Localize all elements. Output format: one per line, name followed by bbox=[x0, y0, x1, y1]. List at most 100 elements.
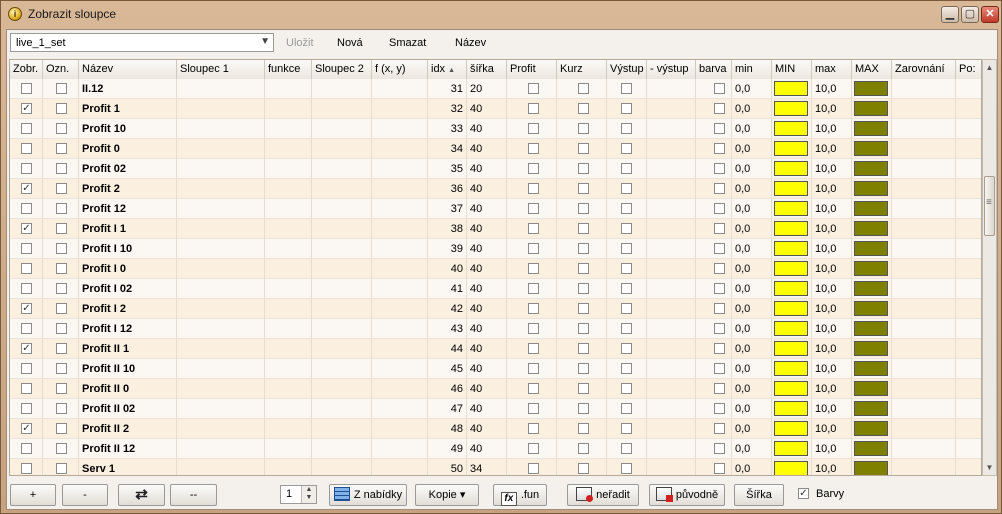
cell-max[interactable]: 10,0 bbox=[812, 439, 852, 459]
cell-minus-vystup[interactable] bbox=[647, 219, 696, 239]
profit-checkbox[interactable] bbox=[528, 163, 539, 174]
mark-checkbox[interactable] bbox=[56, 163, 67, 174]
cell-poz[interactable] bbox=[956, 299, 981, 319]
cell-max[interactable] bbox=[852, 119, 892, 139]
cell-funkce[interactable] bbox=[265, 339, 312, 359]
cell-fxy[interactable] bbox=[372, 79, 428, 99]
cell-profit[interactable] bbox=[507, 179, 557, 199]
profit-checkbox[interactable] bbox=[528, 103, 539, 114]
cell-sirka[interactable]: 40 bbox=[467, 239, 507, 259]
cell-barva[interactable] bbox=[696, 139, 732, 159]
cell-barva[interactable] bbox=[696, 159, 732, 179]
cell-min[interactable] bbox=[772, 139, 812, 159]
profit-checkbox[interactable] bbox=[528, 323, 539, 334]
table-row[interactable]: ✓ Profit II 2 48 40 0,0 10,0 bbox=[10, 419, 981, 439]
cell-max[interactable] bbox=[852, 319, 892, 339]
column-header-profit[interactable]: Profit bbox=[507, 60, 557, 79]
kurz-checkbox[interactable] bbox=[578, 443, 589, 454]
cell-sloupec2[interactable] bbox=[312, 319, 372, 339]
cell-min[interactable] bbox=[772, 279, 812, 299]
cell-zobr[interactable] bbox=[10, 119, 43, 139]
cell-fxy[interactable] bbox=[372, 159, 428, 179]
cell-nazev[interactable]: Profit I 02 bbox=[79, 279, 177, 299]
cell-nazev[interactable]: Profit II 10 bbox=[79, 359, 177, 379]
max-color-swatch[interactable] bbox=[854, 441, 888, 456]
min-color-swatch[interactable] bbox=[774, 241, 808, 256]
mark-checkbox[interactable] bbox=[56, 423, 67, 434]
cell-zobr[interactable]: ✓ bbox=[10, 299, 43, 319]
cell-poz[interactable] bbox=[956, 379, 981, 399]
cell-sloupec2[interactable] bbox=[312, 379, 372, 399]
cell-zarovnani[interactable] bbox=[892, 259, 956, 279]
cell-ozn[interactable] bbox=[43, 259, 79, 279]
cell-sloupec2[interactable] bbox=[312, 439, 372, 459]
cell-poz[interactable] bbox=[956, 159, 981, 179]
cell-min[interactable] bbox=[772, 199, 812, 219]
table-row[interactable]: ✓ Profit I 1 38 40 0,0 10,0 bbox=[10, 219, 981, 239]
cell-max[interactable] bbox=[852, 239, 892, 259]
cell-min[interactable] bbox=[772, 459, 812, 475]
cell-max[interactable]: 10,0 bbox=[812, 99, 852, 119]
barva-checkbox[interactable] bbox=[714, 203, 725, 214]
cell-sloupec1[interactable] bbox=[177, 359, 265, 379]
cell-funkce[interactable] bbox=[265, 399, 312, 419]
cell-min[interactable] bbox=[772, 219, 812, 239]
cell-poz[interactable] bbox=[956, 399, 981, 419]
max-color-swatch[interactable] bbox=[854, 341, 888, 356]
cell-fxy[interactable] bbox=[372, 119, 428, 139]
cell-zarovnani[interactable] bbox=[892, 119, 956, 139]
close-button[interactable]: ✕ bbox=[981, 6, 999, 23]
cell-min[interactable]: 0,0 bbox=[732, 279, 772, 299]
column-header-nazev[interactable]: Název bbox=[79, 60, 177, 79]
cell-zarovnani[interactable] bbox=[892, 299, 956, 319]
min-color-swatch[interactable] bbox=[774, 281, 808, 296]
cell-barva[interactable] bbox=[696, 419, 732, 439]
cell-zarovnani[interactable] bbox=[892, 139, 956, 159]
profit-checkbox[interactable] bbox=[528, 243, 539, 254]
cell-min[interactable] bbox=[772, 439, 812, 459]
show-checkbox[interactable] bbox=[21, 123, 32, 134]
cell-sloupec2[interactable] bbox=[312, 419, 372, 439]
cell-minus-vystup[interactable] bbox=[647, 379, 696, 399]
show-checkbox[interactable]: ✓ bbox=[21, 303, 32, 314]
cell-zarovnani[interactable] bbox=[892, 399, 956, 419]
cell-minus-vystup[interactable] bbox=[647, 259, 696, 279]
cell-profit[interactable] bbox=[507, 359, 557, 379]
cell-funkce[interactable] bbox=[265, 139, 312, 159]
kurz-checkbox[interactable] bbox=[578, 423, 589, 434]
profit-checkbox[interactable] bbox=[528, 123, 539, 134]
vystup-checkbox[interactable] bbox=[621, 123, 632, 134]
mark-checkbox[interactable] bbox=[56, 243, 67, 254]
max-color-swatch[interactable] bbox=[854, 221, 888, 236]
cell-vystup[interactable] bbox=[607, 339, 647, 359]
cell-min[interactable]: 0,0 bbox=[732, 339, 772, 359]
cell-minus-vystup[interactable] bbox=[647, 299, 696, 319]
new-button[interactable]: Nová bbox=[337, 37, 363, 49]
cell-profit[interactable] bbox=[507, 259, 557, 279]
cell-vystup[interactable] bbox=[607, 439, 647, 459]
mark-checkbox[interactable] bbox=[56, 143, 67, 154]
cell-poz[interactable] bbox=[956, 259, 981, 279]
cell-fxy[interactable] bbox=[372, 399, 428, 419]
profit-checkbox[interactable] bbox=[528, 183, 539, 194]
mark-checkbox[interactable] bbox=[56, 263, 67, 274]
cell-min[interactable] bbox=[772, 179, 812, 199]
vystup-checkbox[interactable] bbox=[621, 223, 632, 234]
cell-zobr[interactable]: ✓ bbox=[10, 219, 43, 239]
kurz-checkbox[interactable] bbox=[578, 463, 589, 474]
max-color-swatch[interactable] bbox=[854, 101, 888, 116]
max-color-swatch[interactable] bbox=[854, 461, 888, 475]
cell-vystup[interactable] bbox=[607, 399, 647, 419]
cell-vystup[interactable] bbox=[607, 99, 647, 119]
cell-max[interactable] bbox=[852, 219, 892, 239]
chevron-down-icon[interactable]: ▼ bbox=[260, 36, 270, 47]
cell-minus-vystup[interactable] bbox=[647, 199, 696, 219]
cell-profit[interactable] bbox=[507, 99, 557, 119]
cell-fxy[interactable] bbox=[372, 439, 428, 459]
table-row[interactable]: Profit 02 35 40 0,0 10,0 bbox=[10, 159, 981, 179]
cell-min[interactable]: 0,0 bbox=[732, 159, 772, 179]
cell-sloupec2[interactable] bbox=[312, 259, 372, 279]
cell-zarovnani[interactable] bbox=[892, 79, 956, 99]
cell-kurz[interactable] bbox=[557, 459, 607, 475]
cell-funkce[interactable] bbox=[265, 299, 312, 319]
